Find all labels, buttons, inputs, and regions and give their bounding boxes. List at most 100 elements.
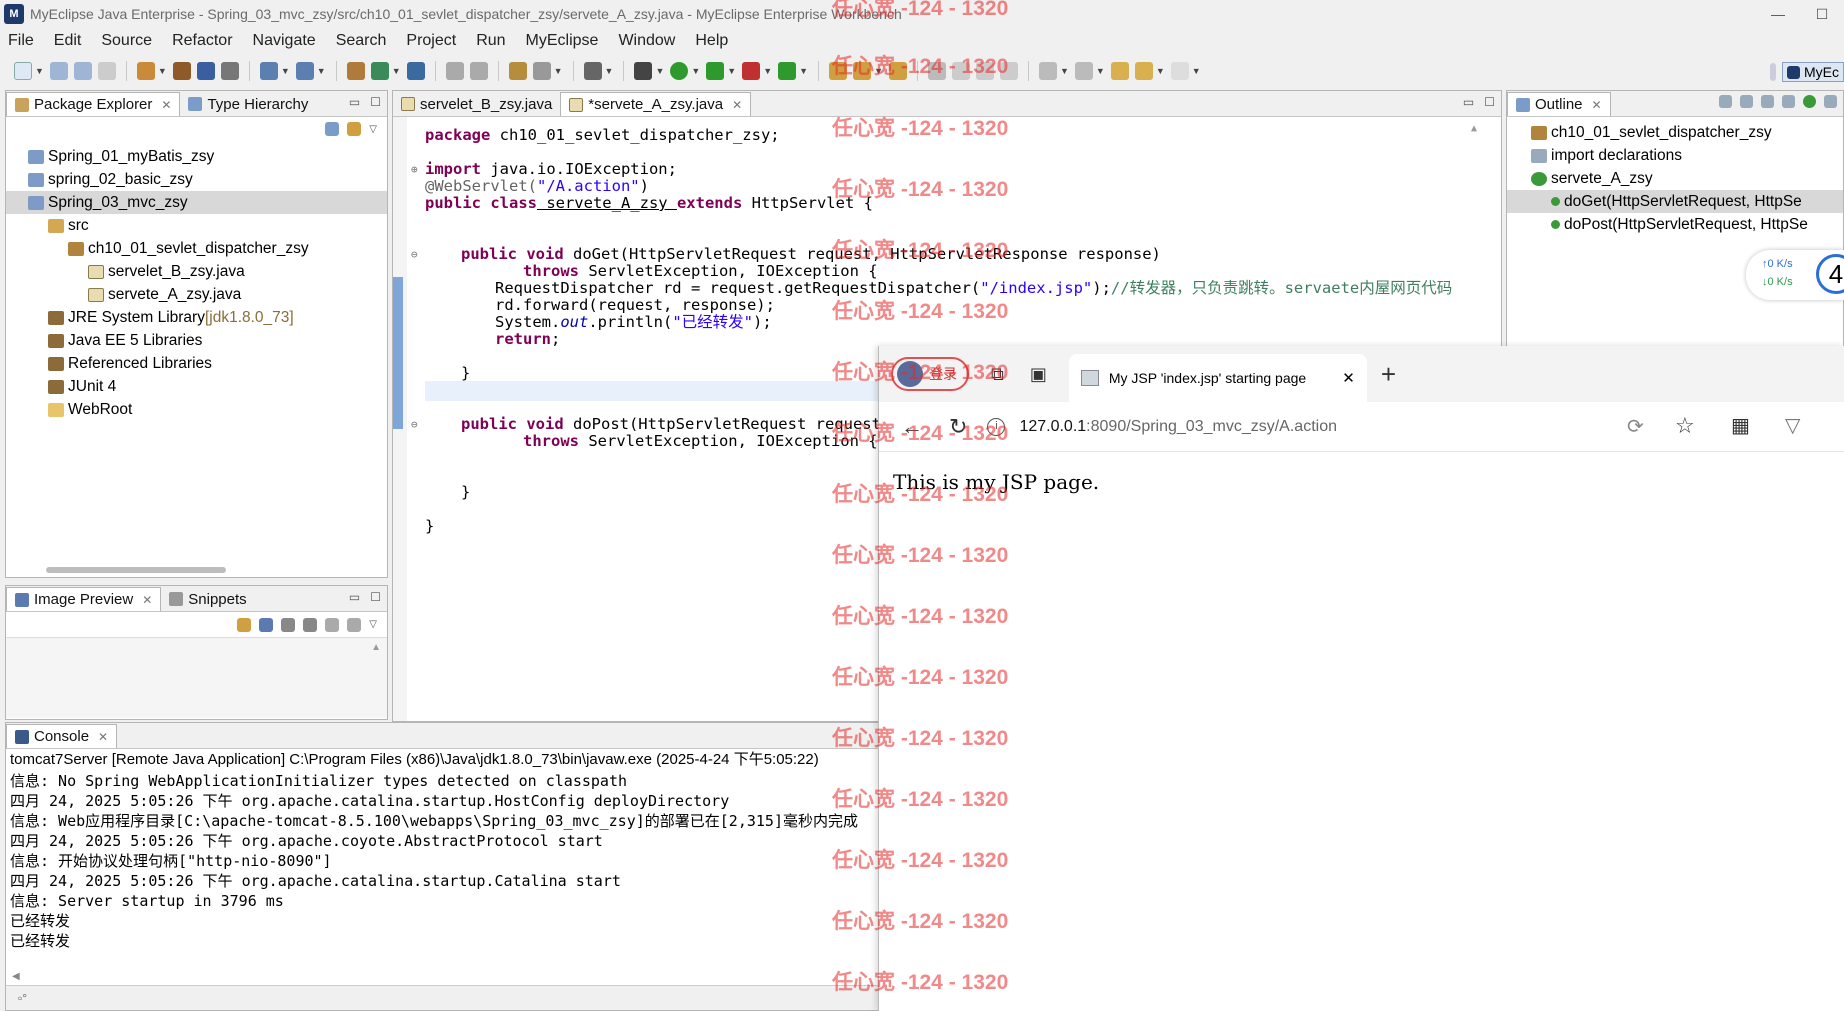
tree-item-project[interactable]: spring_02_basic_zsy xyxy=(6,168,387,191)
menu-navigate[interactable]: Navigate xyxy=(253,32,316,50)
tab-snippets[interactable]: Snippets xyxy=(161,587,254,611)
view-menu-icon[interactable]: ▽ xyxy=(369,124,377,135)
open-type-icon[interactable] xyxy=(445,62,464,80)
scroll-left-icon[interactable]: ◀ xyxy=(12,971,20,982)
tree-item-java-file[interactable]: servete_A_zsy.java xyxy=(6,283,387,306)
tab-outline[interactable]: Outline ✕ xyxy=(1507,92,1611,116)
address-bar[interactable]: i 127.0.0.1:8090/Spring_03_mvc_zsy/A.act… xyxy=(987,409,1707,445)
tree-item-library[interactable]: Java EE 5 Libraries xyxy=(6,329,387,352)
hide-static-icon[interactable] xyxy=(1782,95,1795,108)
tab-console[interactable]: Console ✕ xyxy=(6,724,118,748)
tree-item-java-file[interactable]: servelet_B_zsy.java xyxy=(6,260,387,283)
back-icon[interactable] xyxy=(1134,62,1153,80)
maximize-view-button[interactable]: ☐ xyxy=(370,590,381,604)
tab-servelet-b[interactable]: servelet_B_zsy.java xyxy=(393,92,560,116)
hide-local-types-icon[interactable] xyxy=(1824,95,1837,108)
hide-nonpublic-icon[interactable] xyxy=(1803,95,1816,108)
open-resource-icon[interactable] xyxy=(469,62,488,80)
collapse-icon[interactable]: ⊖ xyxy=(411,418,418,431)
tree-item-src[interactable]: src xyxy=(6,214,387,237)
tree-item-library[interactable]: Referenced Libraries xyxy=(6,352,387,375)
tab-actions-icon[interactable]: ▣ xyxy=(1030,364,1047,385)
scroll-up-icon[interactable]: ▲ xyxy=(371,642,381,653)
open-perspective-icon[interactable] xyxy=(1770,63,1776,81)
fit-window-icon[interactable] xyxy=(347,617,362,632)
collapse-all-icon[interactable] xyxy=(325,122,340,136)
menu-edit[interactable]: Edit xyxy=(54,32,82,50)
web-service-icon[interactable] xyxy=(370,62,389,80)
maximize-button[interactable]: ☐ xyxy=(1800,0,1844,28)
link-editor-icon[interactable] xyxy=(347,122,362,136)
menu-help[interactable]: Help xyxy=(695,32,728,50)
console-output[interactable]: 信息: No Spring WebApplicationInitializer … xyxy=(6,771,879,951)
next-annotation-icon[interactable] xyxy=(1038,62,1057,80)
tab-type-hierarchy[interactable]: Type Hierarchy xyxy=(180,92,316,116)
menu-project[interactable]: Project xyxy=(406,32,456,50)
connect-icon[interactable] xyxy=(532,62,551,80)
collapse-icon[interactable]: ⊖ xyxy=(411,248,418,261)
menu-window[interactable]: Window xyxy=(618,32,675,50)
tab-package-explorer[interactable]: Package Explorer ✕ xyxy=(6,92,181,116)
coverage-icon[interactable] xyxy=(778,62,797,80)
prev-annotation-icon[interactable] xyxy=(1074,62,1093,80)
dropdown-icon[interactable]: ▽ xyxy=(1785,413,1800,438)
tree-item-library[interactable]: JUnit 4 xyxy=(6,375,387,398)
run-icon[interactable] xyxy=(670,62,689,80)
save-all-icon[interactable] xyxy=(73,62,92,80)
outline-item-class[interactable]: servete_A_zsy xyxy=(1507,167,1843,190)
menu-search[interactable]: Search xyxy=(336,32,387,50)
minimize-button[interactable]: — xyxy=(1756,0,1800,28)
outline-item-package[interactable]: ch10_01_sevlet_dispatcher_zsy xyxy=(1507,121,1843,144)
maximize-view-button[interactable]: ☐ xyxy=(1484,95,1495,109)
close-icon[interactable]: ✕ xyxy=(161,98,171,112)
sort-icon[interactable] xyxy=(1740,95,1753,108)
class-icon[interactable] xyxy=(196,62,215,80)
actual-size-icon[interactable] xyxy=(325,617,340,632)
globe-icon[interactable] xyxy=(406,62,425,80)
menu-myeclipse[interactable]: MyEclipse xyxy=(526,32,599,50)
tab-servete-a[interactable]: *servete_A_zsy.java ✕ xyxy=(560,92,752,116)
myeclipse-perspective-button[interactable]: MyEc xyxy=(1782,62,1844,82)
run-last-icon[interactable] xyxy=(706,62,725,80)
extensions-icon[interactable]: ▦ xyxy=(1731,413,1750,438)
collapse-all-icon[interactable] xyxy=(1719,95,1732,108)
translate-icon[interactable]: ⟳ xyxy=(1627,414,1644,439)
menu-refactor[interactable]: Refactor xyxy=(172,32,232,50)
hide-fields-icon[interactable] xyxy=(1761,95,1774,108)
favorite-star-icon[interactable]: ☆ xyxy=(1675,413,1695,439)
tree-item-folder[interactable]: WebRoot xyxy=(6,398,387,421)
outline-item-method[interactable]: doPost(HttpServletRequest, HttpSe xyxy=(1507,213,1843,236)
deploy-icon[interactable] xyxy=(259,62,278,80)
menu-file[interactable]: File xyxy=(8,32,34,50)
tree-item-project[interactable]: Spring_03_mvc_zsy xyxy=(6,191,387,214)
outline-item-method[interactable]: doGet(HttpServletRequest, HttpSe xyxy=(1507,190,1843,213)
external-tools-icon[interactable] xyxy=(742,62,761,80)
web-project-icon[interactable] xyxy=(346,62,365,80)
tree-item-library[interactable]: JRE System Library [jdk1.8.0_73] xyxy=(6,306,387,329)
zoom-out-icon[interactable] xyxy=(281,617,296,632)
last-edit-icon[interactable] xyxy=(1110,62,1129,80)
package-icon[interactable] xyxy=(172,62,191,80)
outline-item-imports[interactable]: import declarations xyxy=(1507,144,1843,167)
view-menu-icon[interactable]: ▽ xyxy=(369,619,377,630)
search-icon[interactable] xyxy=(295,62,314,80)
browser-tab-active[interactable]: My JSP 'index.jsp' starting page ✕ xyxy=(1068,354,1367,402)
tab-image-preview[interactable]: Image Preview ✕ xyxy=(6,587,162,611)
horizontal-scrollbar[interactable] xyxy=(46,567,226,573)
debug-icon[interactable] xyxy=(634,62,653,80)
close-icon[interactable]: ✕ xyxy=(1592,98,1602,112)
close-icon[interactable]: ✕ xyxy=(98,730,108,744)
server-icon[interactable] xyxy=(220,62,239,80)
skip-breakpoints-icon[interactable] xyxy=(508,62,527,80)
tree-item-project[interactable]: Spring_01_myBatis_zsy xyxy=(6,145,387,168)
fit-image-icon[interactable] xyxy=(259,617,274,632)
new-java-project-icon[interactable] xyxy=(136,62,155,80)
print-icon[interactable] xyxy=(97,62,116,80)
menu-source[interactable]: Source xyxy=(101,32,152,50)
expand-icon[interactable]: ⊕ xyxy=(411,163,418,176)
scroll-up-icon[interactable]: ▲ xyxy=(1471,123,1477,134)
minimize-view-button[interactable]: ▭ xyxy=(1463,95,1474,109)
maximize-view-button[interactable]: ☐ xyxy=(370,95,381,109)
minimize-view-button[interactable]: ▭ xyxy=(349,95,360,109)
link-icon[interactable] xyxy=(237,617,252,632)
